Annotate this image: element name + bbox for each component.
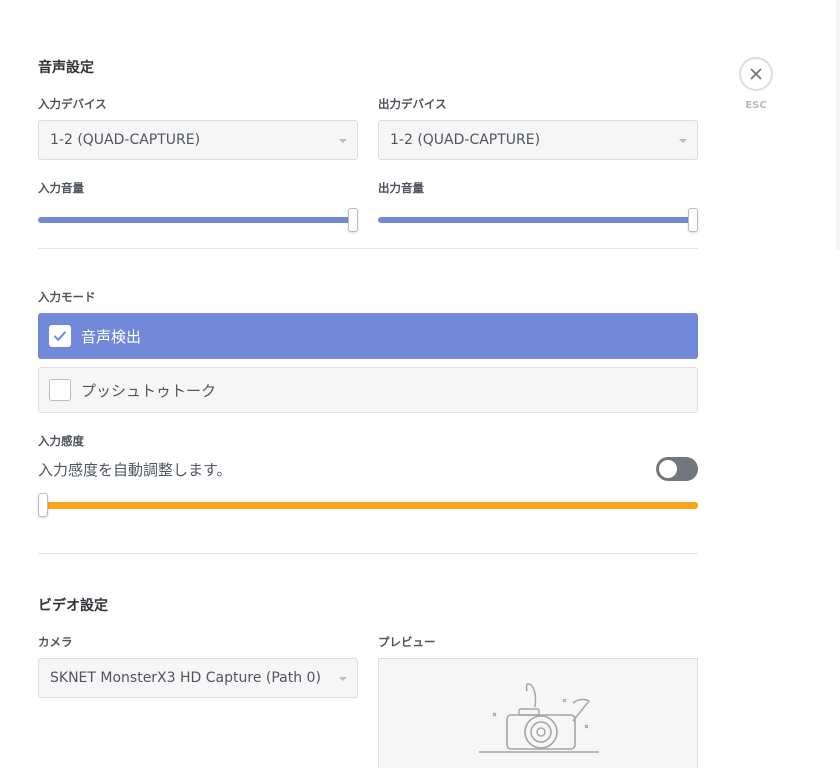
chevron-down-icon: [679, 139, 687, 143]
sensitivity-label: 入力感度: [38, 434, 84, 448]
video-preview: [378, 658, 698, 768]
input-volume-fill: [38, 217, 353, 223]
camera-select[interactable]: SKNET MonsterX3 HD Capture (Path 0): [38, 658, 358, 698]
checkbox-unchecked-icon: [49, 379, 71, 401]
output-device-value: 1-2 (QUAD-CAPTURE): [390, 132, 541, 148]
chevron-down-icon: [339, 677, 347, 681]
divider: [38, 248, 698, 249]
checkbox-checked-icon: [49, 325, 71, 347]
sensitivity-slider[interactable]: [38, 493, 698, 517]
output-volume-label: 出力音量: [378, 181, 424, 195]
input-mode-push-to-talk-label: プッシュトゥトーク: [81, 381, 217, 400]
preview-label: プレビュー: [378, 635, 436, 649]
output-volume-grabber[interactable]: [688, 208, 698, 232]
output-device-select[interactable]: 1-2 (QUAD-CAPTURE): [378, 120, 698, 160]
sensitivity-auto-text: 入力感度を自動調整します。: [38, 461, 232, 479]
sensitivity-track: [38, 502, 698, 509]
scrollbar[interactable]: [836, 0, 840, 250]
video-settings-title: ビデオ設定: [38, 598, 108, 614]
input-device-select[interactable]: 1-2 (QUAD-CAPTURE): [38, 120, 358, 160]
camera-illustration-icon: [479, 683, 599, 753]
output-device-label: 出力デバイス: [378, 97, 447, 111]
input-device-value: 1-2 (QUAD-CAPTURE): [50, 132, 201, 148]
sensitivity-auto-toggle[interactable]: [656, 457, 698, 481]
output-volume-slider[interactable]: [378, 208, 698, 232]
voice-settings-title: 音声設定: [38, 60, 94, 76]
divider: [38, 553, 698, 554]
input-device-label: 入力デバイス: [38, 97, 107, 111]
output-volume-fill: [378, 217, 693, 223]
close-label: ESC: [745, 100, 767, 111]
chevron-down-icon: [339, 139, 347, 143]
toggle-knob: [659, 460, 677, 478]
sensitivity-grabber[interactable]: [38, 493, 48, 517]
input-volume-slider[interactable]: [38, 208, 358, 232]
input-mode-label: 入力モード: [38, 290, 96, 304]
camera-value: SKNET MonsterX3 HD Capture (Path 0): [50, 670, 321, 686]
input-volume-label: 入力音量: [38, 181, 84, 195]
camera-label: カメラ: [38, 635, 73, 649]
input-volume-grabber[interactable]: [348, 208, 358, 232]
close-button[interactable]: [739, 57, 773, 91]
input-mode-push-to-talk[interactable]: プッシュトゥトーク: [38, 367, 698, 413]
input-mode-voice-activity[interactable]: 音声検出: [38, 313, 698, 359]
input-mode-voice-activity-label: 音声検出: [81, 327, 142, 346]
close-icon: [750, 68, 762, 80]
